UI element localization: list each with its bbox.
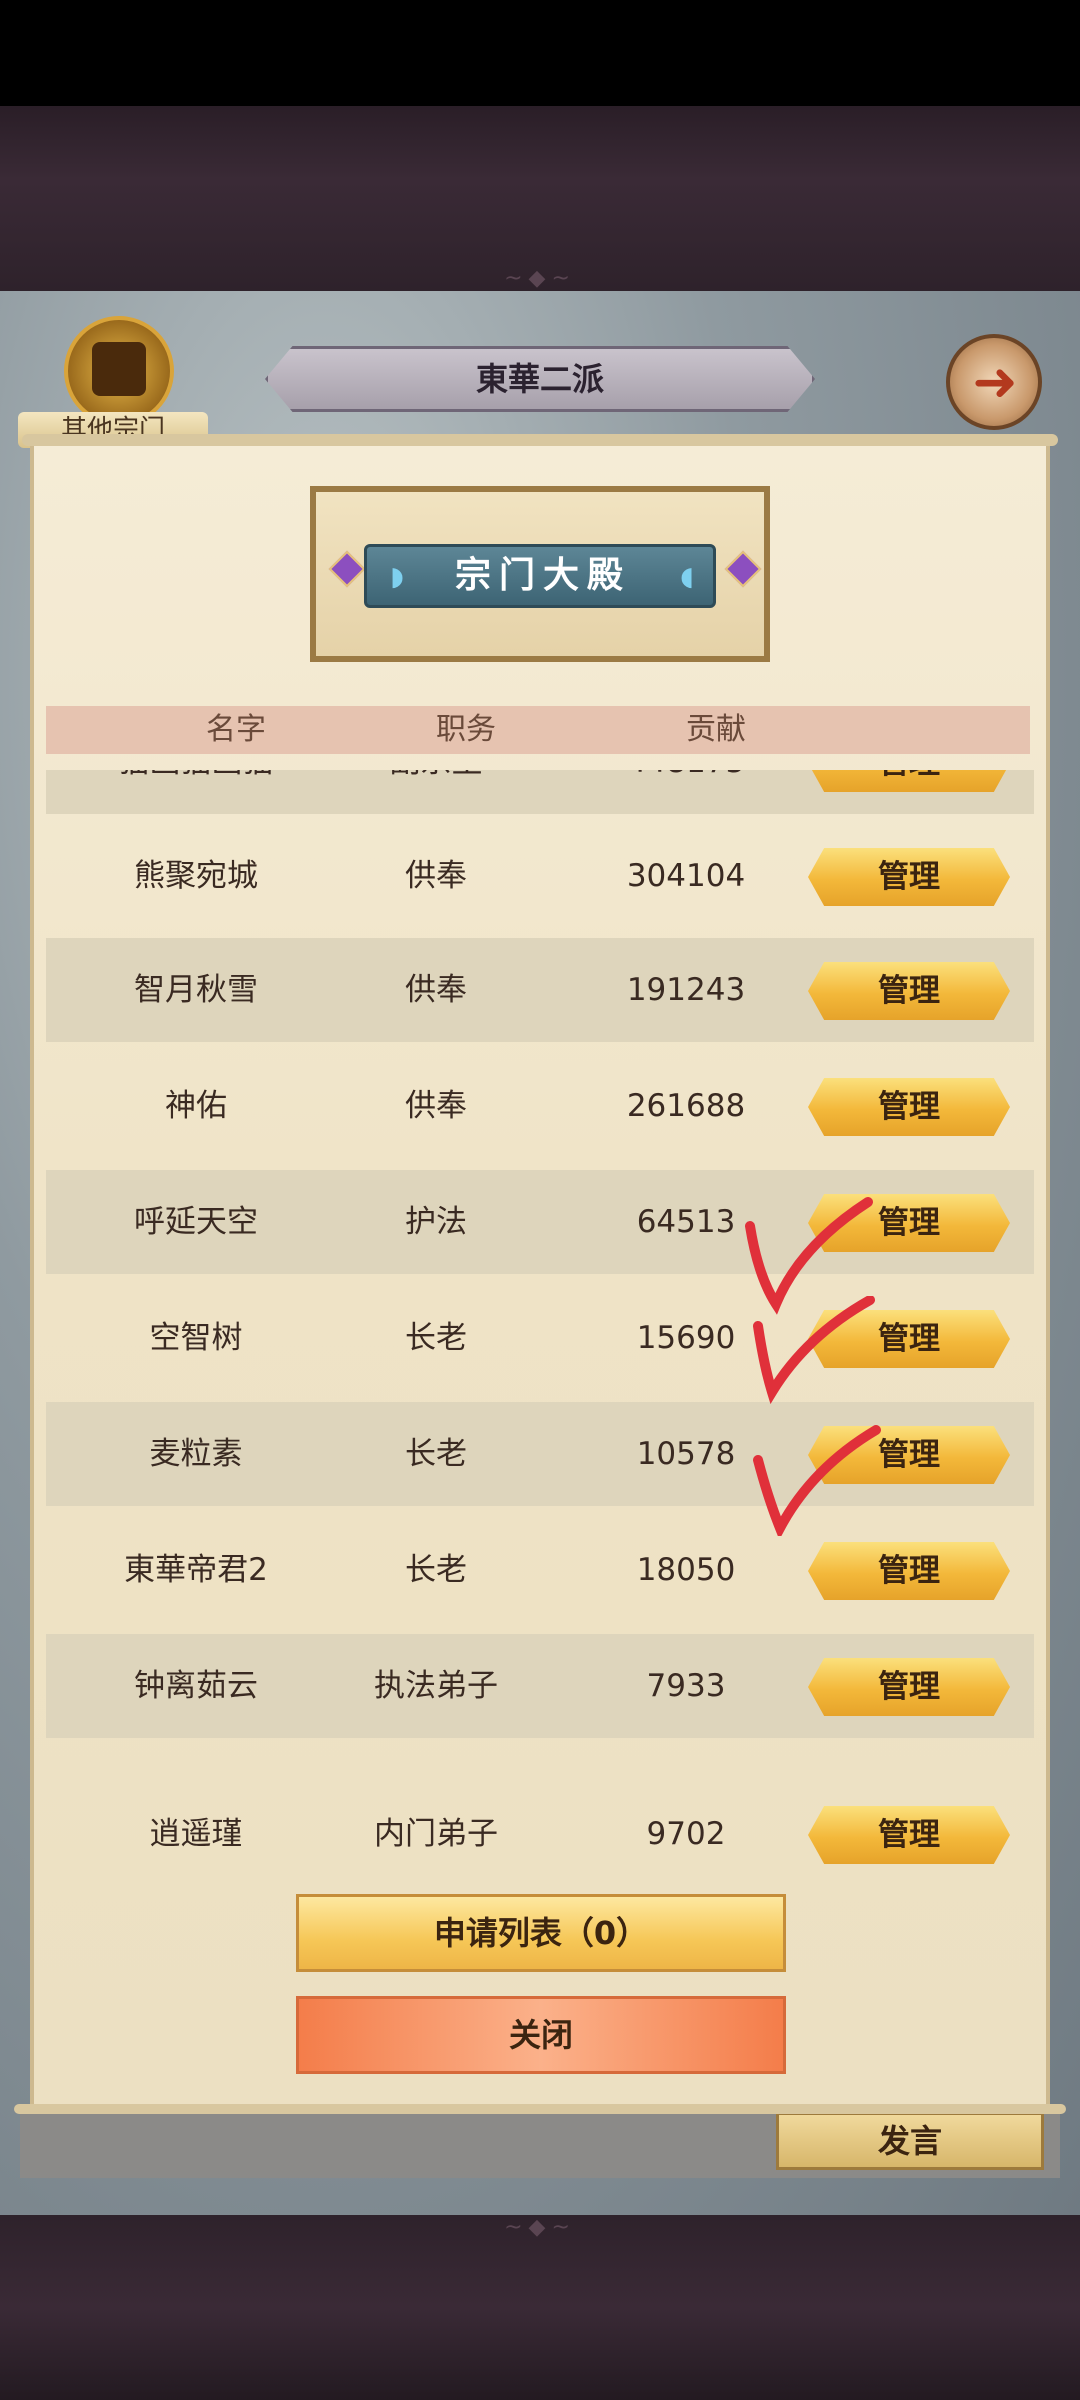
member-row: 智月秋雪 供奉 191243 管理	[46, 938, 1034, 1042]
member-table-header: 名字 职务 贡献	[46, 706, 1030, 754]
hall-title: 宗门大殿	[454, 555, 631, 596]
temple-icon	[92, 342, 146, 396]
manage-label: 管理	[878, 1817, 940, 1853]
back-arrow-icon: ➜	[972, 350, 1018, 413]
member-row: 麦粒素 长老 10578 管理	[46, 1402, 1034, 1506]
member-role: 供奉	[405, 858, 467, 894]
manage-button[interactable]: 管理	[808, 770, 1010, 792]
member-row: 神佑 供奉 261688 管理	[46, 1054, 1034, 1158]
member-name: 呼延天空	[134, 1204, 258, 1240]
member-contribution: 7933	[646, 1668, 726, 1704]
member-role: 长老	[405, 1552, 467, 1588]
manage-button[interactable]: 管理	[808, 1078, 1010, 1136]
speak-button[interactable]: 发言	[776, 2112, 1044, 2170]
member-name: 麦粒素	[149, 1436, 243, 1472]
other-sect-emblem[interactable]	[64, 316, 174, 426]
member-name: 東華帝君2	[124, 1552, 268, 1588]
gem-icon	[724, 550, 762, 588]
top-frame: ~◆~	[0, 106, 1080, 291]
manage-button[interactable]: 管理	[808, 1658, 1010, 1716]
banner-plate: ◗ ◖ 宗门大殿	[364, 544, 716, 608]
status-bar	[0, 0, 1080, 106]
manage-button[interactable]: 管理	[808, 1806, 1010, 1864]
member-contribution: 448175	[576, 770, 796, 814]
back-button[interactable]: ➜	[946, 334, 1042, 430]
member-contribution: 304104	[626, 858, 746, 894]
member-name: 神佑	[165, 1088, 227, 1124]
member-name: 逍遥瑾	[149, 1816, 243, 1852]
column-role: 职务	[436, 712, 496, 747]
sect-name: 東華二派	[475, 360, 604, 398]
manage-label: 管理	[808, 770, 1010, 792]
member-name: 空智树	[149, 1320, 243, 1356]
member-role: 护法	[405, 1204, 467, 1240]
gem-icon	[328, 550, 366, 588]
member-name: 智月秋雪	[134, 972, 258, 1008]
manage-label: 管理	[878, 859, 940, 895]
member-name: 熊聚宛城	[134, 858, 258, 894]
apply-list-button[interactable]: 申请列表（0）	[296, 1894, 786, 1972]
frame-ornament: ~◆~	[504, 2215, 576, 2240]
bottom-frame: ~◆~	[0, 2215, 1080, 2400]
check-mark-icon	[753, 1425, 881, 1536]
member-contribution: 9702	[646, 1816, 726, 1852]
member-row: 熊聚宛城 供奉 304104 管理	[46, 824, 1034, 928]
manage-label: 管理	[878, 1553, 940, 1589]
member-role: 供奉	[405, 972, 467, 1008]
manage-label: 管理	[878, 1089, 940, 1125]
scroll-rod-top	[22, 434, 1058, 446]
member-role: 长老	[405, 1436, 467, 1472]
member-role: 执法弟子	[374, 1668, 498, 1704]
manage-label: 管理	[878, 973, 940, 1009]
member-row: 空智树 长老 15690 管理	[46, 1286, 1034, 1390]
member-list[interactable]: 猫画猫画猫 副宗主 448175 管理 熊聚宛城 供奉 304104 管理 智月…	[46, 770, 1034, 1772]
member-name: 钟离茹云	[134, 1668, 258, 1704]
sect-name-bar: 東華二派	[265, 346, 815, 412]
check-mark-icon	[753, 1296, 875, 1405]
manage-label: 管理	[878, 1669, 940, 1705]
scroll-rod-bottom	[14, 2104, 1066, 2114]
close-button[interactable]: 关闭	[296, 1996, 786, 2074]
member-contribution: 261688	[626, 1088, 746, 1124]
manage-button[interactable]: 管理	[808, 962, 1010, 1020]
manage-button[interactable]: 管理	[808, 1542, 1010, 1600]
member-row: 東華帝君2 长老 18050 管理	[46, 1518, 1034, 1622]
member-row: 逍遥瑾 内门弟子 9702 管理	[46, 1782, 1034, 1886]
member-role: 长老	[405, 1320, 467, 1356]
member-role: 副宗主	[326, 770, 546, 814]
hall-banner: ◗ ◖ 宗门大殿	[310, 486, 770, 662]
member-role: 供奉	[405, 1088, 467, 1124]
member-row: 呼延天空 护法 64513 管理	[46, 1170, 1034, 1274]
manage-button[interactable]: 管理	[808, 848, 1010, 906]
column-name: 名字	[206, 712, 266, 747]
member-contribution: 191243	[626, 972, 746, 1008]
member-role: 内门弟子	[374, 1816, 498, 1852]
column-contribution: 贡献	[686, 712, 746, 747]
member-name: 猫画猫画猫	[86, 770, 306, 814]
member-row: 钟离茹云 执法弟子 7933 管理	[46, 1634, 1034, 1738]
frame-ornament: ~◆~	[504, 266, 576, 291]
member-row: 猫画猫画猫 副宗主 448175 管理	[46, 770, 1034, 814]
